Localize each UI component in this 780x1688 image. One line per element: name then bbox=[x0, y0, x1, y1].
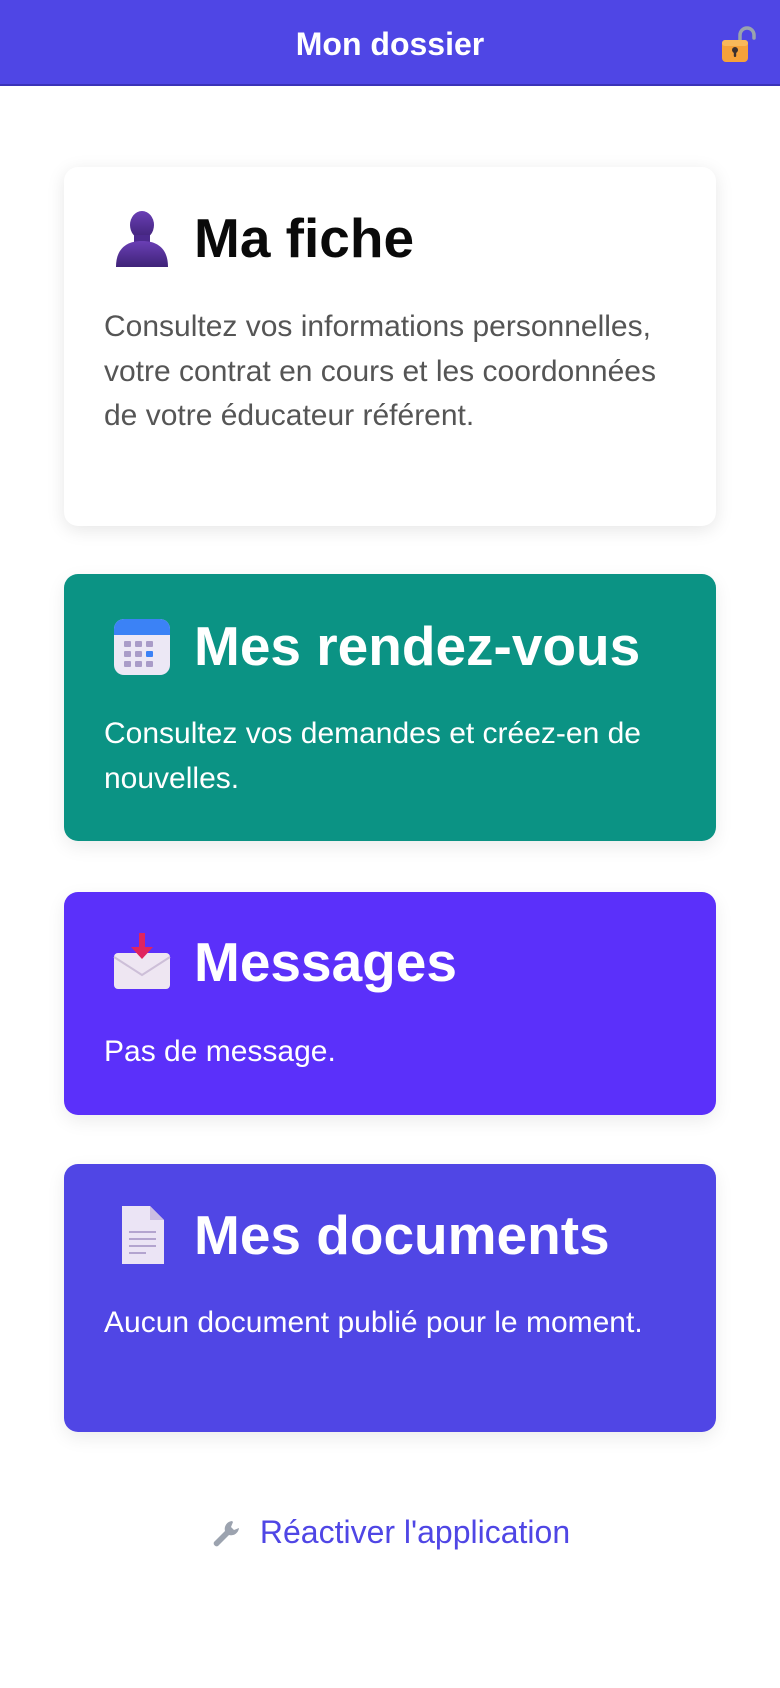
page-title: Mon dossier bbox=[295, 26, 485, 62]
card-title: Ma fiche bbox=[194, 207, 415, 269]
card-header: Mes documents bbox=[104, 1200, 686, 1270]
card-title: Messages bbox=[194, 931, 457, 993]
document-icon bbox=[112, 1204, 172, 1266]
card-mes-rendez-vous[interactable]: Mes rendez-vous Consultez vos demandes e… bbox=[64, 574, 716, 841]
reactivate-app-label-wrap[interactable]: Réactiver l'application bbox=[210, 1508, 570, 1556]
wrench-icon bbox=[210, 1516, 244, 1550]
card-description: Consultez vos informations personnelles,… bbox=[104, 310, 656, 432]
card-header: Messages bbox=[104, 927, 686, 997]
card-header: Mes rendez-vous bbox=[104, 611, 686, 681]
card-title: Mes rendez-vous bbox=[194, 615, 641, 677]
card-description: Aucun document publié pour le moment. bbox=[104, 1306, 643, 1339]
card-description: Consultez vos demandes et créez-en de no… bbox=[104, 717, 641, 795]
inbox-tray-icon bbox=[112, 931, 172, 993]
reactivate-app-link[interactable]: Réactiver l'application bbox=[0, 1508, 780, 1556]
reactivate-app-label: Réactiver l'application bbox=[259, 1514, 571, 1550]
card-messages[interactable]: Messages Pas de message. bbox=[64, 892, 716, 1115]
card-ma-fiche[interactable]: Ma fiche Consultez vos informations pers… bbox=[64, 167, 716, 526]
card-description: Pas de message. bbox=[104, 1035, 336, 1068]
card-header: Ma fiche bbox=[104, 203, 686, 273]
open-lock-icon[interactable] bbox=[718, 24, 758, 64]
card-title: Mes documents bbox=[194, 1204, 610, 1266]
person-silhouette-icon bbox=[112, 207, 172, 269]
calendar-icon bbox=[112, 615, 172, 677]
top-app-bar: Mon dossier bbox=[0, 0, 780, 86]
card-mes-documents[interactable]: Mes documents Aucun document publié pour… bbox=[64, 1164, 716, 1432]
